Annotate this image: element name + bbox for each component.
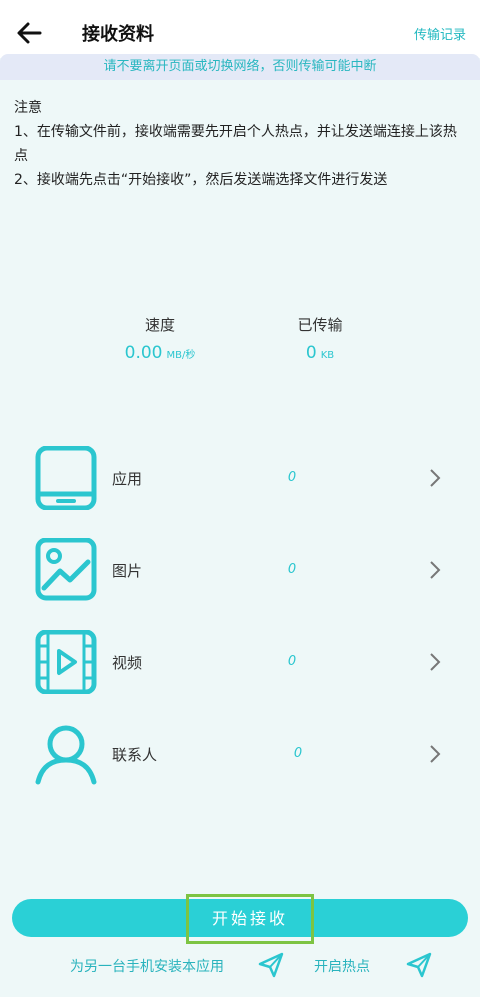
category-label: 应用 (112, 470, 143, 488)
image-icon (35, 538, 97, 601)
back-arrow-icon[interactable] (14, 18, 44, 48)
instructions: 注意 1、在传输文件前，接收端需要先开启个人热点，并让发送端连接上该热点 2、接… (14, 96, 468, 192)
category-count: 0 (293, 746, 303, 761)
open-hotspot-link[interactable]: 开启热点 (314, 956, 370, 976)
chevron-right-icon (430, 745, 441, 763)
notes-line-1: 1、在传输文件前，接收端需要先开启个人热点，并让发送端连接上该热点 (14, 124, 457, 164)
notes-line-2: 2、接收端先点击“开始接收”，然后发送端选择文件进行发送 (14, 172, 388, 188)
tablet-icon (35, 446, 97, 510)
transfer-history-link[interactable]: 传输记录 (414, 24, 466, 43)
chevron-right-icon (430, 469, 441, 487)
chevron-right-icon (430, 653, 441, 671)
category-count: 0 (287, 654, 297, 669)
send-icon[interactable] (258, 952, 284, 978)
category-row-apps[interactable]: 应用 0 (0, 446, 480, 516)
category-label: 视频 (112, 654, 143, 672)
app-header: 接收资料 传输记录 (0, 0, 480, 58)
category-label: 联系人 (112, 746, 158, 764)
category-label: 图片 (112, 562, 143, 580)
send-icon[interactable] (406, 952, 432, 978)
video-icon (35, 630, 97, 694)
page-title: 接收资料 (82, 24, 154, 45)
speed-stat: 速度 0.00 MB/秒 (110, 314, 210, 363)
category-row-images[interactable]: 图片 0 (0, 538, 480, 608)
install-app-link[interactable]: 为另一台手机安装本应用 (70, 956, 224, 976)
start-receive-label[interactable]: 开始接收 (186, 905, 314, 929)
transferred-value-group: 0 KB (270, 343, 370, 363)
transferred-unit: KB (320, 350, 335, 361)
speed-value: 0.00 (124, 343, 163, 363)
notes-heading: 注意 (14, 100, 42, 116)
category-count: 0 (287, 562, 297, 577)
speed-label: 速度 (144, 316, 175, 334)
person-icon (35, 725, 97, 785)
speed-unit: MB/秒 (166, 350, 196, 361)
speed-value-group: 0.00 MB/秒 (110, 343, 210, 363)
category-row-videos[interactable]: 视频 0 (0, 630, 480, 700)
transferred-label: 已传输 (297, 316, 343, 334)
category-count: 0 (287, 470, 297, 485)
category-row-contacts[interactable]: 联系人 0 (0, 722, 480, 792)
warning-banner: 请不要离开页面或切换网络，否则传输可能中断 (0, 54, 480, 80)
transferred-value: 0 (305, 343, 317, 363)
chevron-right-icon (430, 561, 441, 579)
transferred-stat: 已传输 0 KB (270, 314, 370, 363)
